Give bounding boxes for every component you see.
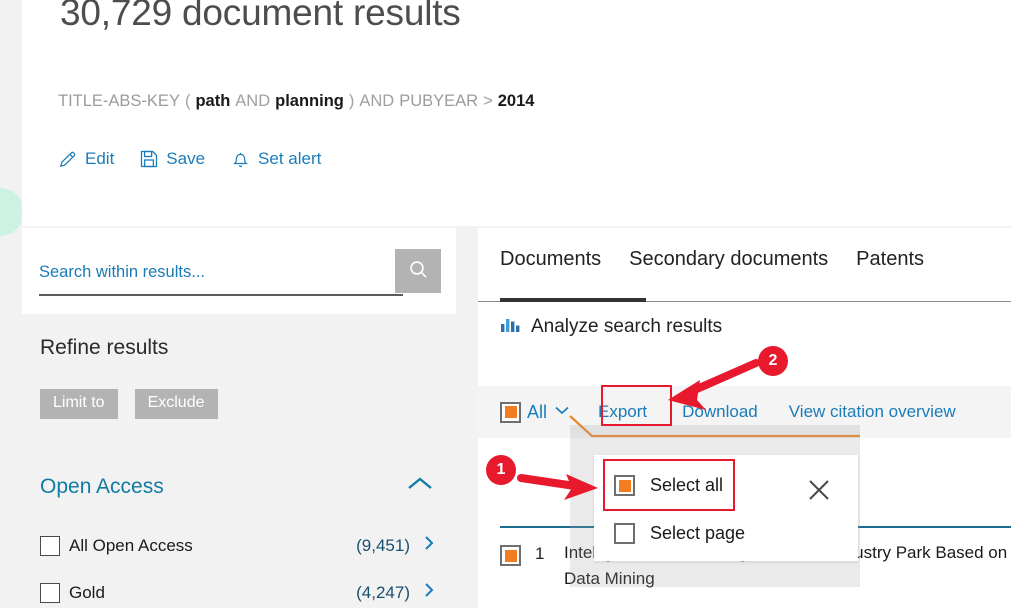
- search-submit-button[interactable]: [395, 249, 441, 293]
- result-row-checkbox[interactable]: [500, 545, 521, 566]
- facet-count-gold: (4,247): [356, 582, 410, 602]
- chevron-down-icon[interactable]: [553, 403, 571, 421]
- select-all-checkbox[interactable]: [500, 401, 521, 423]
- select-page-option-checkbox[interactable]: [614, 523, 635, 544]
- exclude-button[interactable]: Exclude: [134, 389, 218, 419]
- chevron-right-icon[interactable]: [423, 533, 436, 558]
- pencil-icon: [58, 150, 77, 169]
- facet-count-all-open-access: (9,451): [356, 535, 410, 555]
- select-all-option-checkbox[interactable]: [614, 475, 635, 496]
- analyze-search-results-label: Analyze search results: [531, 316, 723, 337]
- bell-icon: [231, 150, 250, 169]
- tab-patents[interactable]: Patents: [856, 248, 924, 284]
- edit-query-label: Edit: [85, 149, 115, 168]
- tab-documents[interactable]: Documents: [500, 248, 601, 284]
- bar-chart-icon: [500, 316, 522, 338]
- set-alert-label: Set alert: [258, 149, 322, 168]
- facet-checkbox-all-open-access[interactable]: [40, 535, 60, 556]
- select-all-dropdown-menu: Select all Select page: [594, 455, 858, 561]
- facet-label-gold: Gold: [69, 582, 105, 602]
- page-title: 30,729 document results: [60, 0, 461, 33]
- view-citation-overview-button[interactable]: View citation overview: [789, 402, 956, 422]
- facet-open-access-title: Open Access: [40, 474, 164, 498]
- query-token-8: >: [483, 92, 493, 110]
- menu-item-select-page[interactable]: Select page: [614, 523, 745, 544]
- query-token-1: (: [184, 92, 191, 110]
- query-action-row: Edit Save Set alert: [58, 149, 321, 169]
- query-token-2: path: [195, 92, 231, 110]
- search-within-results-input[interactable]: [39, 250, 395, 294]
- facet-label-all-open-access: All Open Access: [69, 535, 193, 555]
- decorative-mint-circle: [0, 188, 24, 236]
- menu-item-select-all[interactable]: Select all: [614, 475, 723, 496]
- query-token-5: ): [348, 92, 355, 110]
- save-query-button[interactable]: Save: [140, 149, 205, 169]
- limit-to-button[interactable]: Limit to: [40, 389, 118, 419]
- search-within-results-field: [39, 249, 441, 296]
- facet-row-all-open-access[interactable]: All Open Access (9,451): [40, 533, 436, 558]
- facet-checkbox-gold[interactable]: [40, 582, 60, 603]
- chevron-up-icon[interactable]: [404, 474, 436, 499]
- refine-results-heading: Refine results: [40, 336, 169, 359]
- query-token-4: planning: [275, 92, 344, 110]
- query-token-0: TITLE-ABS-KEY: [58, 92, 180, 110]
- active-tab-indicator: [500, 298, 646, 302]
- edit-query-button[interactable]: Edit: [58, 149, 114, 169]
- select-all-dropdown-trigger[interactable]: All: [500, 401, 571, 423]
- search-header-card: 30,729 document results TITLE-ABS-KEY(pa…: [22, 0, 1011, 226]
- download-button[interactable]: Download: [682, 402, 758, 422]
- floppy-disk-icon: [140, 150, 158, 168]
- results-tab-bar: Documents Secondary documents Patents: [500, 248, 924, 284]
- set-alert-button[interactable]: Set alert: [231, 149, 321, 169]
- facet-row-gold[interactable]: Gold (4,247): [40, 580, 436, 605]
- query-token-9: 2014: [497, 92, 535, 110]
- export-button[interactable]: Export: [598, 402, 647, 422]
- refine-mode-chips: Limit to Exclude: [40, 389, 218, 419]
- result-row-number: 1: [535, 544, 545, 563]
- tab-secondary-documents[interactable]: Secondary documents: [629, 248, 828, 284]
- select-all-label: All: [527, 401, 548, 422]
- search-input-underline: [39, 294, 403, 296]
- query-expression: TITLE-ABS-KEY(path AND planning) AND PUBYEAR…: [58, 92, 539, 111]
- query-token-7: PUBYEAR: [399, 92, 479, 110]
- analyze-search-results-link[interactable]: Analyze search results: [500, 316, 722, 338]
- page-root: 30,729 document results TITLE-ABS-KEY(pa…: [0, 0, 1011, 608]
- facet-open-access-header[interactable]: Open Access: [40, 474, 436, 499]
- menu-item-select-all-label: Select all: [650, 475, 724, 495]
- save-query-label: Save: [166, 149, 206, 168]
- menu-item-select-page-label: Select page: [650, 523, 746, 543]
- query-token-6: AND: [359, 92, 395, 110]
- close-icon[interactable]: [806, 477, 832, 508]
- chevron-right-icon[interactable]: [423, 580, 436, 605]
- search-within-results-card: [22, 228, 456, 314]
- search-icon: [408, 259, 429, 283]
- query-token-3: AND: [235, 92, 271, 110]
